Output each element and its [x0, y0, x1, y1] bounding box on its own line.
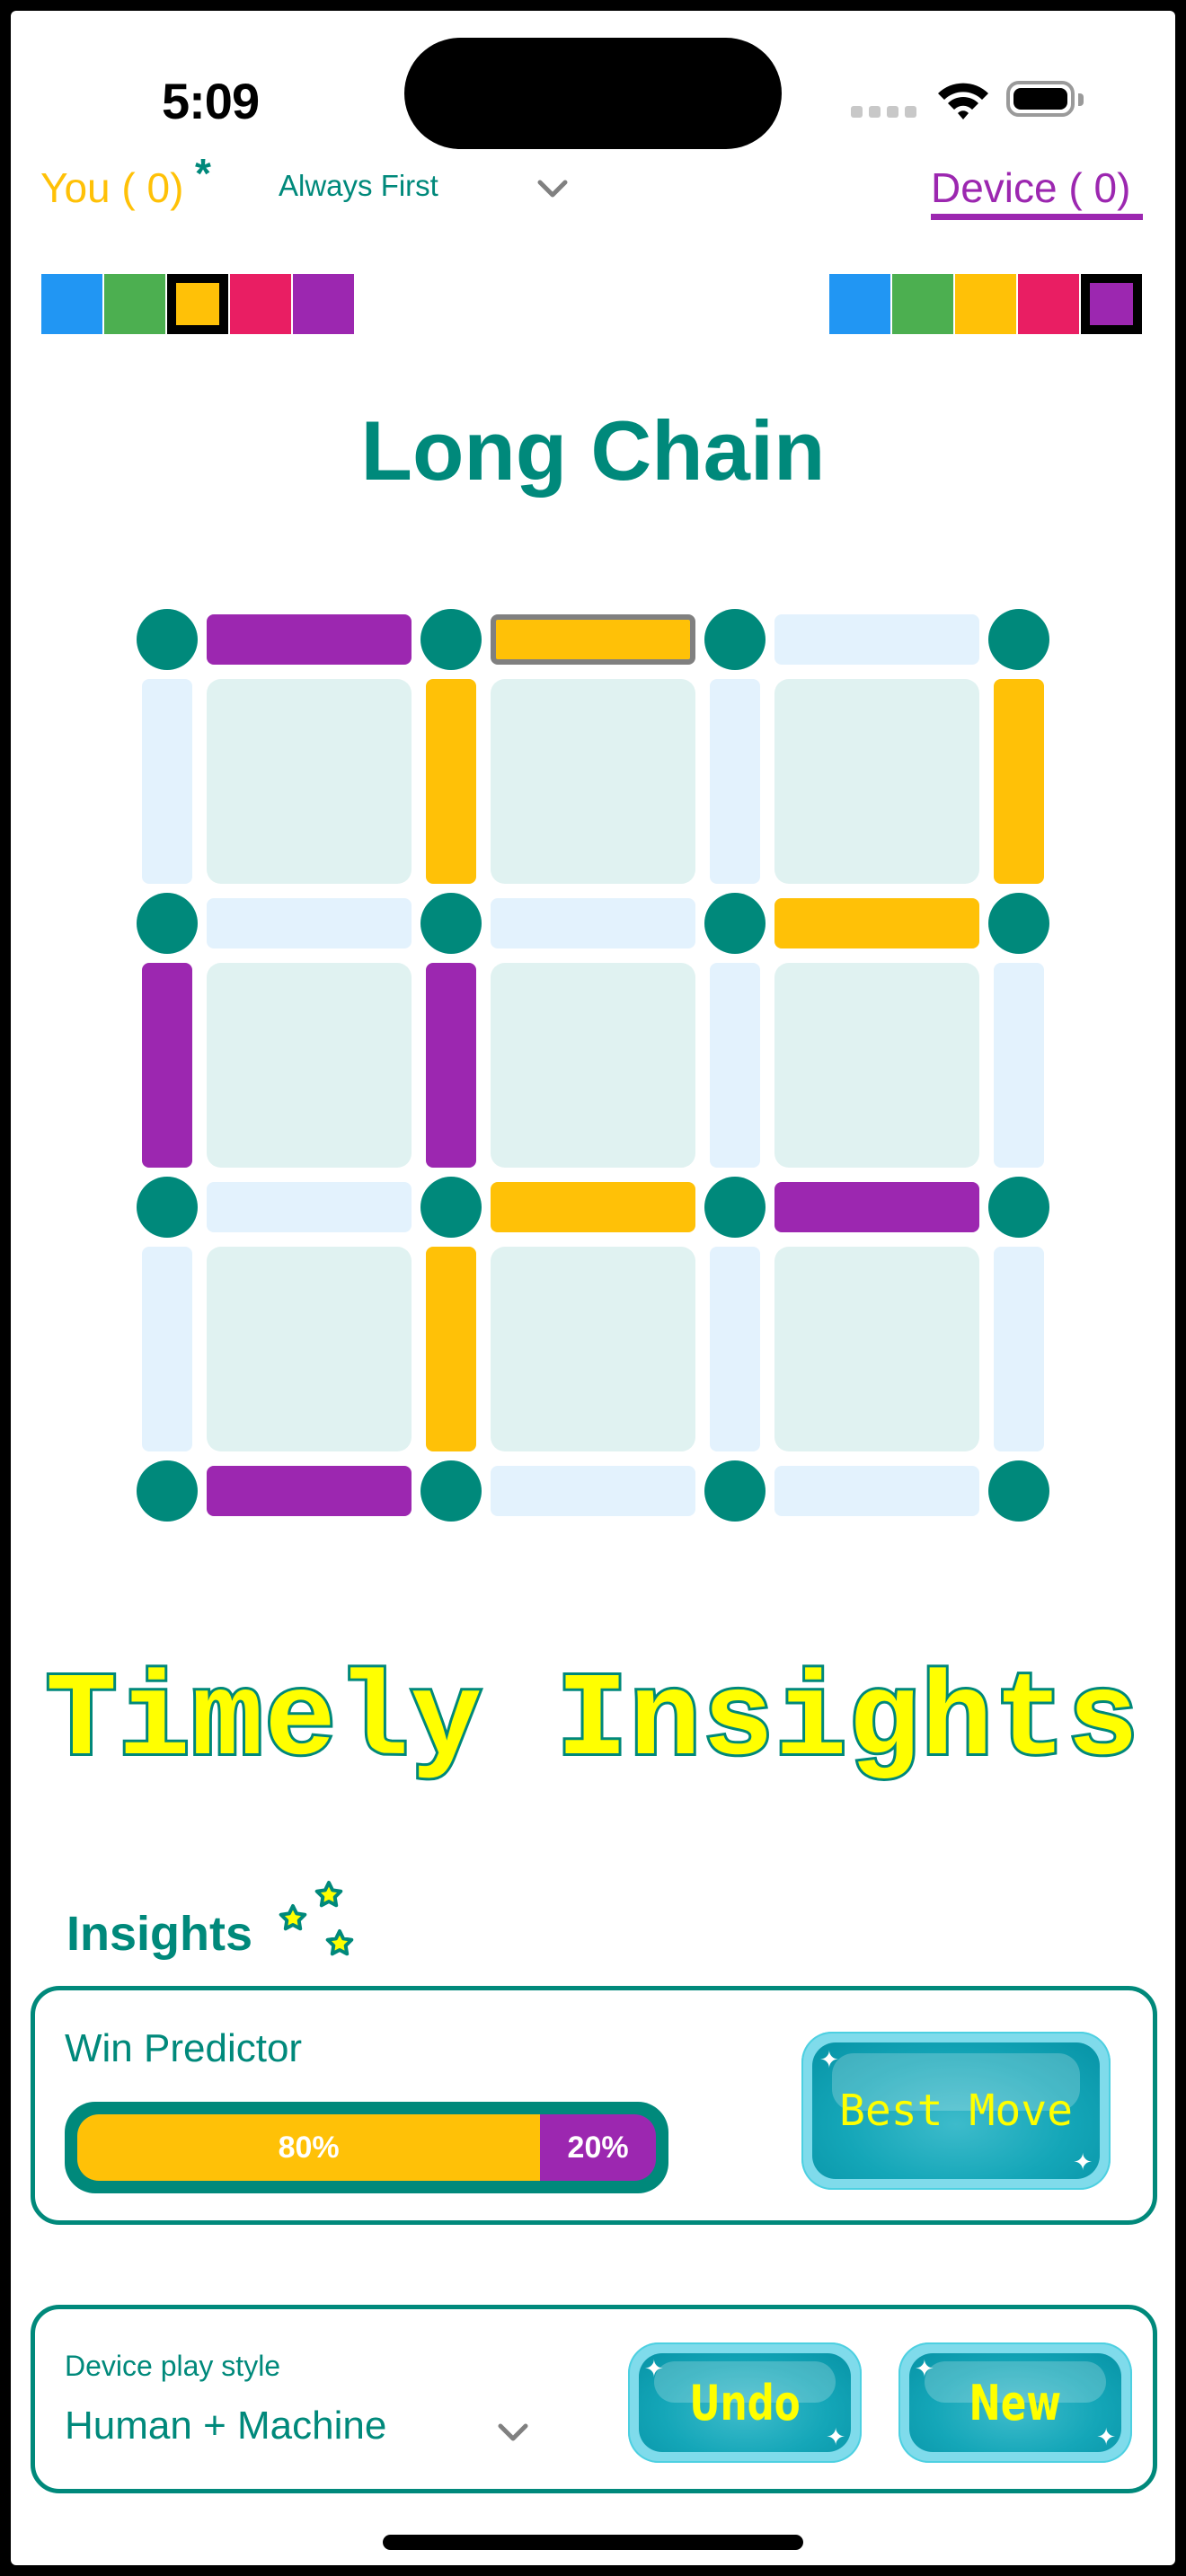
h-line-empty[interactable] — [207, 1182, 412, 1232]
new-game-label: New — [969, 2374, 1062, 2431]
insights-heading: Insights — [66, 1907, 253, 1961]
h-line-device[interactable] — [774, 1182, 979, 1232]
v-line-you[interactable] — [994, 679, 1044, 884]
sparkle-icon: ✦ — [1073, 2148, 1093, 2175]
h-line-empty[interactable] — [774, 614, 979, 665]
v-line-empty[interactable] — [710, 1247, 760, 1451]
h-line-device[interactable] — [207, 1466, 412, 1516]
v-line-empty[interactable] — [710, 679, 760, 884]
win-predictor-label: Win Predictor — [65, 2026, 303, 2070]
h-line-empty[interactable] — [491, 1466, 695, 1516]
sparkle-icon: ✦ — [644, 2355, 664, 2382]
h-line-you[interactable] — [491, 614, 695, 665]
board-dot — [704, 893, 766, 954]
board-dot — [988, 1460, 1049, 1522]
board-dot — [704, 609, 766, 670]
board-dot — [137, 893, 198, 954]
h-line-device[interactable] — [207, 614, 412, 665]
board-box — [207, 963, 412, 1168]
win-predictor-device-segment: 20% — [540, 2114, 656, 2181]
new-game-button[interactable]: ✦ ✦ New — [898, 2342, 1132, 2463]
board-dot — [420, 609, 482, 670]
sparkle-icon: ✦ — [915, 2355, 934, 2382]
board-dot — [137, 1460, 198, 1522]
board-box — [491, 963, 695, 1168]
h-line-you[interactable] — [491, 1182, 695, 1232]
win-predictor-you-segment: 80% — [77, 2114, 541, 2181]
board-box — [491, 1247, 695, 1451]
stars-icon — [279, 1881, 354, 1956]
h-line-empty[interactable] — [774, 1466, 979, 1516]
best-move-button[interactable]: ✦ ✦ Best Move — [801, 2032, 1111, 2190]
board-dot — [704, 1460, 766, 1522]
board-box — [207, 679, 412, 884]
v-line-device[interactable] — [142, 963, 192, 1168]
win-predictor-bar: 80% 20% — [65, 2102, 668, 2193]
v-line-you[interactable] — [426, 1247, 476, 1451]
board-dot — [704, 1177, 766, 1238]
board-box — [774, 679, 979, 884]
board-dot — [420, 1177, 482, 1238]
board-box — [491, 679, 695, 884]
board-dot — [988, 1177, 1049, 1238]
sparkle-icon: ✦ — [826, 2423, 845, 2450]
undo-label: Undo — [689, 2374, 801, 2431]
board-dot — [420, 893, 482, 954]
board-dot — [988, 609, 1049, 670]
v-line-empty[interactable] — [142, 1247, 192, 1451]
v-line-you[interactable] — [426, 679, 476, 884]
home-indicator[interactable] — [383, 2535, 803, 2550]
play-style-select[interactable]: Human + Machine — [65, 2404, 386, 2448]
v-line-empty[interactable] — [994, 1247, 1044, 1451]
timely-insights-banner: Timely Insights — [43, 1652, 1141, 1792]
board-box — [207, 1247, 412, 1451]
board-dot — [137, 609, 198, 670]
board-box — [774, 963, 979, 1168]
v-line-empty[interactable] — [994, 963, 1044, 1168]
h-line-empty[interactable] — [491, 898, 695, 948]
game-board — [11, 11, 1175, 1538]
v-line-device[interactable] — [426, 963, 476, 1168]
best-move-label: Best Move — [838, 2086, 1074, 2136]
undo-button[interactable]: ✦ ✦ Undo — [628, 2342, 862, 2463]
board-dot — [137, 1177, 198, 1238]
play-style-label: Device play style — [65, 2350, 281, 2382]
board-dot — [988, 893, 1049, 954]
board-dot — [420, 1460, 482, 1522]
sparkle-icon: ✦ — [1096, 2423, 1116, 2450]
h-line-you[interactable] — [774, 898, 979, 948]
board-box — [774, 1247, 979, 1451]
sparkle-icon: ✦ — [819, 2046, 839, 2073]
h-line-empty[interactable] — [207, 898, 412, 948]
chevron-down-icon[interactable] — [497, 2422, 529, 2443]
v-line-empty[interactable] — [710, 963, 760, 1168]
v-line-empty[interactable] — [142, 679, 192, 884]
app-screen: 5:09 You ( 0) * Always First Device ( 0)… — [11, 11, 1175, 2565]
